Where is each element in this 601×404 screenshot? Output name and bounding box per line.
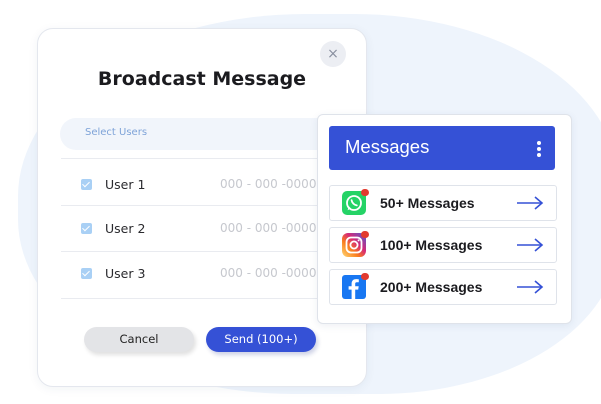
checkbox[interactable] (81, 179, 92, 190)
user-phone: 000 - 000 -0000 (220, 177, 317, 191)
checkbox[interactable] (81, 223, 92, 234)
user-phone: 000 - 000 -0000 (220, 266, 317, 280)
cancel-button[interactable]: Cancel (84, 327, 194, 352)
message-row-whatsapp[interactable]: 50+ Messages (329, 185, 557, 221)
message-count-label: 100+ Messages (380, 237, 483, 253)
user-phone: 000 - 000 -0000 (220, 221, 317, 235)
close-icon[interactable]: × (320, 41, 346, 67)
checkbox[interactable] (81, 268, 92, 279)
more-vertical-icon[interactable] (537, 141, 541, 157)
arrow-right-icon[interactable] (516, 238, 544, 252)
messages-panel: Messages 50+ Messages 100+ Messages 200+… (317, 114, 572, 324)
notification-badge (361, 189, 369, 196)
user-name: User 3 (105, 266, 146, 281)
select-users-placeholder: Select Users (85, 127, 148, 138)
messages-title: Messages (345, 136, 430, 157)
user-name: User 1 (105, 177, 146, 192)
message-row-instagram[interactable]: 100+ Messages (329, 227, 557, 263)
notification-badge (361, 273, 369, 280)
messages-header: Messages (329, 126, 555, 170)
message-count-label: 200+ Messages (380, 279, 483, 295)
send-button[interactable]: Send (100+) (206, 327, 316, 352)
message-row-facebook[interactable]: 200+ Messages (329, 269, 557, 305)
dialog-title: Broadcast Message (97, 68, 307, 90)
message-count-label: 50+ Messages (380, 195, 475, 211)
notification-badge (361, 231, 369, 238)
arrow-right-icon[interactable] (516, 280, 544, 294)
arrow-right-icon[interactable] (516, 196, 544, 210)
user-name: User 2 (105, 221, 146, 236)
